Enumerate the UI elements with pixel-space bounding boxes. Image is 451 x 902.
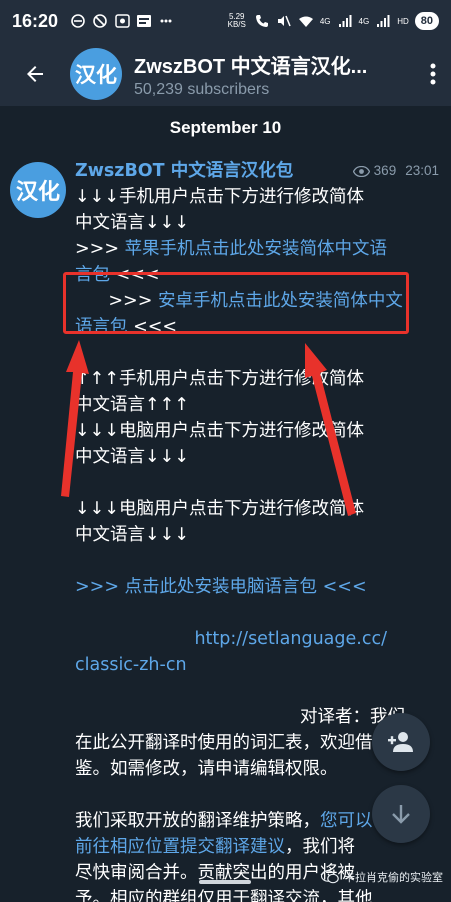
app-notification-icon	[114, 13, 130, 29]
message-time: 23:01	[405, 163, 439, 178]
wechat-icon	[321, 870, 339, 884]
add-person-icon	[388, 732, 413, 752]
subscriber-count: 50,239 subscribers	[134, 80, 270, 98]
channel-title: ZwszBOT 中文语言汉化...	[134, 55, 368, 78]
ios-prefix: >>>	[75, 239, 125, 259]
back-arrow-icon	[27, 66, 43, 82]
ios-install-line: >>> 苹果手机点击此处安装简体中文语	[75, 236, 439, 262]
add-member-button[interactable]	[372, 713, 430, 771]
suggestion-link[interactable]: 您可以	[320, 811, 373, 831]
views-count: 369	[373, 163, 397, 178]
text-line: ↑↑↑手机用户点击下方进行修改简体	[75, 369, 364, 389]
network-speed: 5.29 KB/S	[228, 13, 246, 29]
watermark-text: 卡拉肖克偷的实验室	[344, 871, 443, 884]
message-header: ZwszBOT 中文语言汉化包 369 23:01	[75, 158, 439, 184]
status-time: 16:20	[12, 10, 59, 31]
home-indicator[interactable]	[199, 880, 251, 884]
arrow-down-icon	[392, 805, 410, 824]
battery-indicator: 80	[414, 12, 439, 30]
watermark: 卡拉肖克偷的实验室	[321, 869, 443, 885]
text-line: ↓↓↓手机用户点击下方进行修改简体	[75, 187, 364, 207]
speed-unit: KB/S	[227, 20, 246, 29]
channel-info[interactable]: ZwszBOT 中文语言汉化... 50,239 subscribers	[134, 50, 415, 99]
text-line: ↓↓↓电脑用户点击下方进行修改简体	[75, 499, 364, 519]
channel-avatar[interactable]: 汉化	[70, 48, 122, 100]
status-bar: 16:20 5.29 KB/S 4G 4G HD 80	[0, 0, 451, 42]
text-line: 中文语言↓↓↓	[75, 447, 189, 467]
ios-install-link[interactable]: 苹果手机点击此处安装简体中文语	[125, 239, 388, 259]
annotation-highlight-box	[63, 272, 409, 334]
signal-icon-2	[375, 13, 391, 29]
status-icons-right: 4G 4G HD 80	[254, 12, 439, 30]
more-vertical-icon	[430, 63, 436, 85]
text-line: 中文语言↓↓↓	[75, 213, 189, 233]
text-line: ↓↓↓电脑用户点击下方进行修改简体	[75, 421, 364, 441]
setlanguage-url[interactable]: http://setlanguage.cc/	[75, 626, 439, 652]
text-line: 中文语言↑↑↑	[75, 395, 189, 415]
status-icons-left	[70, 13, 174, 29]
suggestion-link-cont[interactable]: 前往相应位置提交翻译建议	[75, 837, 285, 857]
mute-icon	[276, 13, 292, 29]
para-text: ，我们将	[285, 837, 355, 857]
scroll-down-button[interactable]	[372, 785, 430, 843]
views-eye-icon	[352, 165, 370, 177]
call-icon	[254, 13, 270, 29]
para-text: 我们采取开放的翻译维护策略，	[75, 811, 320, 831]
news-icon	[136, 13, 152, 29]
message-avatar[interactable]: 汉化	[10, 162, 66, 218]
blocked-icon	[92, 13, 108, 29]
chat-header: 汉化 ZwszBOT 中文语言汉化... 50,239 subscribers	[0, 42, 451, 106]
more-menu-button[interactable]	[415, 42, 451, 106]
message-meta: 369 23:01	[352, 158, 439, 184]
dnd-icon	[70, 13, 86, 29]
network-type-1: 4G	[319, 16, 331, 26]
network-type-2: 4G	[358, 16, 370, 26]
signal-icon-1	[337, 13, 353, 29]
text-line: 中文语言↓↓↓	[75, 525, 189, 545]
pc-install-link[interactable]: >>> 点击此处安装电脑语言包 <<<	[75, 574, 439, 600]
dots-icon	[158, 13, 174, 29]
back-button[interactable]	[0, 42, 70, 106]
hd-tag: HD	[397, 16, 409, 26]
text-line: 予。相应的群组仅用于翻译交流，其他	[75, 889, 373, 902]
wifi-icon	[298, 13, 314, 29]
setlanguage-url-cont[interactable]: classic-zh-cn	[75, 652, 439, 678]
date-separator: September 10	[169, 118, 282, 137]
message-author[interactable]: ZwszBOT 中文语言汉化包	[75, 158, 293, 184]
